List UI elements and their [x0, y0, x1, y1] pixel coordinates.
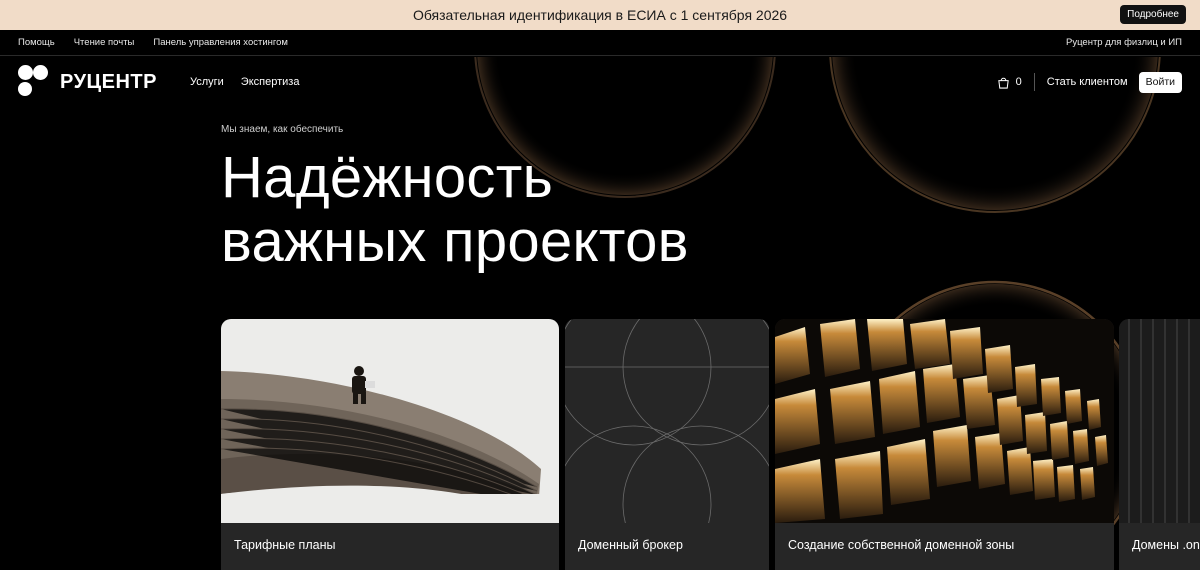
circles-pattern-image	[565, 319, 769, 523]
hero-subtitle: Мы знаем, как обеспечить	[221, 124, 344, 135]
card-own-domain-zone[interactable]: Создание собственной доменной зоны	[775, 319, 1114, 570]
util-link-hosting-panel[interactable]: Панель управления хостингом	[153, 37, 288, 48]
lit-blocks-image	[775, 319, 1114, 523]
main-nav: Услуги Экспертиза	[190, 76, 299, 88]
card-tariff-plans[interactable]: Тарифные планы	[221, 319, 559, 570]
main-header: РУЦЕНТР Услуги Экспертиза 0 Стать клиент…	[0, 57, 1200, 107]
card-domains-partial[interactable]: Домены .on	[1119, 319, 1200, 570]
header-actions: 0 Стать клиентом Войти	[997, 71, 1182, 93]
header-divider	[1033, 73, 1035, 91]
hero-title: Надёжность важных проектов	[221, 146, 689, 274]
logo[interactable]: РУЦЕНТР	[18, 65, 157, 99]
card-label: Тарифные планы	[234, 538, 336, 552]
util-link-mail[interactable]: Чтение почты	[74, 37, 135, 48]
utility-nav: Помощь Чтение почты Панель управления хо…	[0, 30, 1200, 56]
hero-title-line-1: Надёжность	[221, 145, 554, 210]
card-label: Домены .on	[1132, 538, 1200, 552]
card-domain-broker[interactable]: Доменный брокер	[565, 319, 769, 570]
hero-title-line-2: важных проектов	[221, 209, 689, 274]
cart-bag-icon	[997, 77, 1009, 89]
cart-count: 0	[1015, 76, 1022, 88]
util-link-help[interactable]: Помощь	[18, 37, 55, 48]
become-client-link[interactable]: Стать клиентом	[1047, 76, 1128, 88]
nav-expertise[interactable]: Экспертиза	[241, 76, 300, 88]
announcement-banner: Обязательная идентификация в ЕСИА с 1 се…	[0, 0, 1200, 30]
building-image	[1119, 319, 1200, 523]
banner-more-button[interactable]: Подробнее	[1120, 5, 1186, 24]
util-link-individuals[interactable]: Руцентр для физлиц и ИП	[1066, 37, 1182, 48]
card-label: Доменный брокер	[578, 538, 683, 552]
login-button[interactable]: Войти	[1138, 71, 1182, 93]
logo-mark-icon	[18, 65, 50, 99]
logo-text: РУЦЕНТР	[60, 70, 157, 93]
banner-text: Обязательная идентификация в ЕСИА с 1 се…	[412, 7, 788, 23]
card-label: Создание собственной доменной зоны	[788, 538, 1015, 552]
rooftop-person-image	[221, 319, 559, 523]
nav-services[interactable]: Услуги	[190, 76, 224, 88]
cart-button[interactable]: 0	[997, 76, 1022, 89]
